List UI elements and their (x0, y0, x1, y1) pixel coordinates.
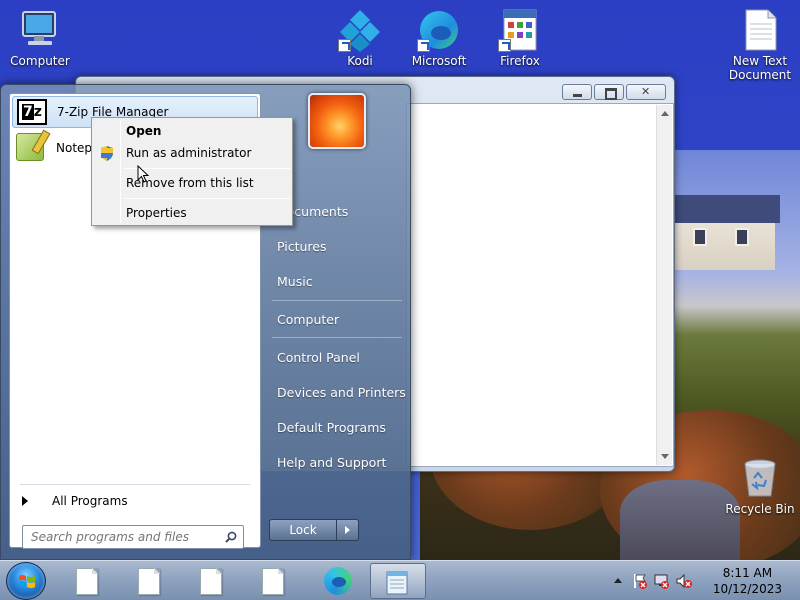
user-avatar[interactable] (308, 93, 366, 149)
network-disconnected-icon[interactable] (654, 573, 670, 589)
power-options-arrow-icon[interactable] (337, 520, 358, 540)
start-item-default-programs[interactable]: Default Programs (270, 415, 406, 439)
computer-icon (18, 8, 62, 52)
shortcut-arrow-icon (338, 39, 351, 52)
kodi-icon (338, 8, 382, 52)
taskbar-item-edge[interactable] (310, 563, 366, 599)
show-hidden-icons-icon[interactable] (614, 578, 622, 583)
search-input[interactable] (31, 530, 221, 544)
taskbar-clock[interactable]: 8:11 AM 10/12/2023 (713, 565, 782, 597)
volume-muted-icon[interactable] (676, 573, 692, 589)
desktop-icon-computer[interactable]: Computer (2, 8, 78, 68)
context-item-open[interactable]: Open (94, 120, 290, 142)
taskbar-item-document-2[interactable] (122, 563, 178, 599)
window-content-area[interactable] (406, 103, 674, 467)
notepadpp-icon (16, 133, 48, 163)
arrow-right-icon (22, 496, 28, 506)
vertical-scrollbar[interactable] (656, 105, 672, 465)
context-item-run-as-administrator[interactable]: Run as administrator (94, 142, 290, 164)
minimize-button[interactable] (562, 84, 592, 100)
scroll-up-arrow-icon[interactable] (661, 111, 669, 116)
maximize-button[interactable] (594, 84, 624, 100)
notepad-icon (386, 571, 408, 595)
start-item-devices-and-printers[interactable]: Devices and Printers (270, 380, 406, 404)
divider (272, 300, 402, 301)
desktop-icon-new-text-document[interactable]: New Text Document (722, 8, 798, 82)
desktop-icon-kodi[interactable]: Kodi (322, 8, 398, 68)
taskbar-item-document-4[interactable] (246, 563, 302, 599)
edge-icon (324, 567, 352, 595)
clock-time: 8:11 AM (722, 566, 773, 580)
desktop-icon-recycle-bin[interactable]: Recycle Bin (722, 456, 798, 516)
recycle-bin-icon (738, 456, 782, 500)
document-icon (138, 568, 160, 595)
divider (124, 198, 290, 199)
taskbar: 8:11 AM 10/12/2023 (0, 560, 800, 600)
close-button[interactable] (626, 84, 666, 100)
7zip-icon: 7z (17, 97, 49, 127)
clock-date: 10/12/2023 (712, 582, 782, 596)
start-item-control-panel[interactable]: Control Panel (270, 345, 406, 369)
shortcut-arrow-icon (498, 39, 511, 52)
edge-icon (417, 8, 461, 52)
uac-shield-icon (101, 146, 113, 161)
document-icon (262, 568, 284, 595)
text-document-icon (738, 8, 782, 52)
search-box[interactable] (22, 525, 244, 549)
search-icon[interactable] (225, 531, 237, 543)
document-icon (200, 568, 222, 595)
divider (272, 337, 402, 338)
window-controls (562, 84, 666, 100)
desktop-icon-firefox[interactable]: Firefox (482, 8, 558, 68)
context-item-remove-from-list[interactable]: Remove from this list (94, 172, 290, 194)
shortcut-arrow-icon (417, 39, 430, 52)
document-icon (76, 568, 98, 595)
start-item-music[interactable]: Music (270, 269, 406, 293)
all-programs-button[interactable]: All Programs (20, 490, 250, 512)
start-item-pictures[interactable]: Pictures (270, 234, 406, 258)
taskbar-item-document-3[interactable] (184, 563, 240, 599)
taskbar-item-notepad-active[interactable] (370, 563, 426, 599)
context-item-properties[interactable]: Properties (94, 202, 290, 224)
taskbar-item-document-1[interactable] (60, 563, 116, 599)
start-item-computer[interactable]: Computer (270, 307, 406, 331)
lock-button[interactable]: Lock (269, 519, 359, 541)
action-center-warning-icon[interactable] (632, 573, 648, 589)
desktop-icon-microsoft-edge[interactable]: Microsoft (401, 8, 477, 68)
windows-logo-icon (19, 575, 35, 588)
system-tray: 8:11 AM 10/12/2023 (610, 561, 800, 600)
context-menu: Open Run as administrator Remove from th… (91, 117, 293, 226)
start-button[interactable] (6, 562, 46, 600)
start-item-help-and-support[interactable]: Help and Support (270, 450, 406, 474)
divider (20, 484, 250, 485)
firefox-shortcut-icon (498, 8, 542, 52)
scroll-down-arrow-icon[interactable] (661, 454, 669, 459)
mouse-cursor-icon (137, 165, 149, 183)
wallpaper-house (670, 195, 780, 270)
